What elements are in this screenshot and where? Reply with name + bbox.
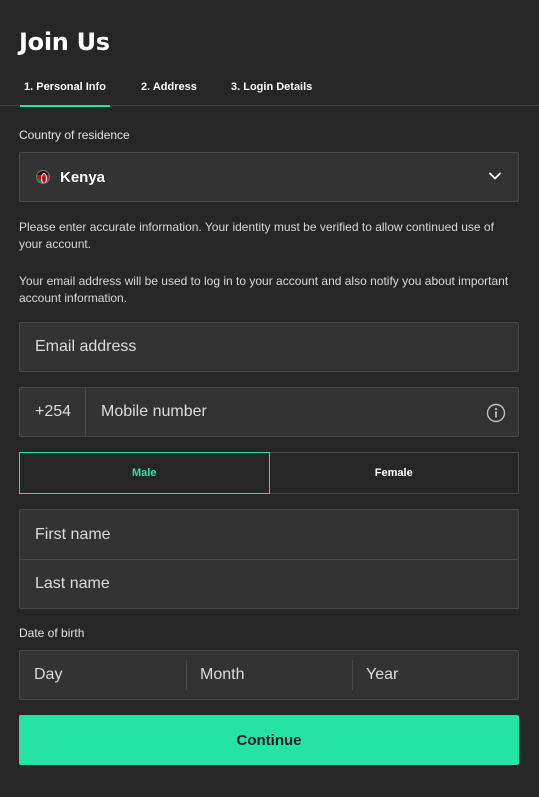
email-field[interactable]: Email address <box>19 322 519 372</box>
last-name-placeholder: Last name <box>35 575 110 592</box>
country-value: Kenya <box>60 168 106 186</box>
first-name-field[interactable]: First name <box>20 510 518 559</box>
last-name-field[interactable]: Last name <box>20 559 518 608</box>
page-title: Join Us <box>19 28 110 56</box>
tab-personal-info[interactable]: 1. Personal Info <box>20 81 110 107</box>
step-tabs: 1. Personal Info 2. Address 3. Login Det… <box>0 72 539 107</box>
tab-address[interactable]: 2. Address <box>141 81 197 106</box>
identity-notice: Please enter accurate information. Your … <box>19 220 494 251</box>
continue-button[interactable]: Continue <box>19 715 519 765</box>
tab-login-details[interactable]: 3. Login Details <box>231 81 312 106</box>
info-icon[interactable] <box>486 403 506 423</box>
country-select[interactable]: Kenya <box>19 152 519 202</box>
dob-day-field[interactable]: Day <box>20 651 186 699</box>
name-fields: First name Last name <box>19 509 519 609</box>
kenya-flag-icon <box>36 170 50 184</box>
email-notice: Your email address will be used to log i… <box>19 274 509 305</box>
first-name-placeholder: First name <box>35 525 111 543</box>
chevron-down-icon <box>489 172 501 180</box>
dob-day-placeholder: Day <box>34 666 63 683</box>
mobile-field[interactable]: +254 Mobile number <box>19 387 519 437</box>
dob-label: Date of birth <box>19 626 85 640</box>
dob-fields: Day Month Year <box>19 650 519 700</box>
male-button[interactable]: Male <box>19 452 270 494</box>
phone-prefix: +254 <box>20 388 86 436</box>
mobile-placeholder: Mobile number <box>101 403 207 420</box>
dob-month-placeholder: Month <box>200 666 245 683</box>
email-placeholder: Email address <box>35 338 137 355</box>
gender-toggle: Male Female <box>19 452 519 494</box>
dob-month-field[interactable]: Month <box>186 651 352 699</box>
country-label: Country of residence <box>19 128 130 142</box>
dob-year-placeholder: Year <box>366 666 399 683</box>
female-button[interactable]: Female <box>269 453 518 493</box>
dob-year-field[interactable]: Year <box>352 651 518 699</box>
